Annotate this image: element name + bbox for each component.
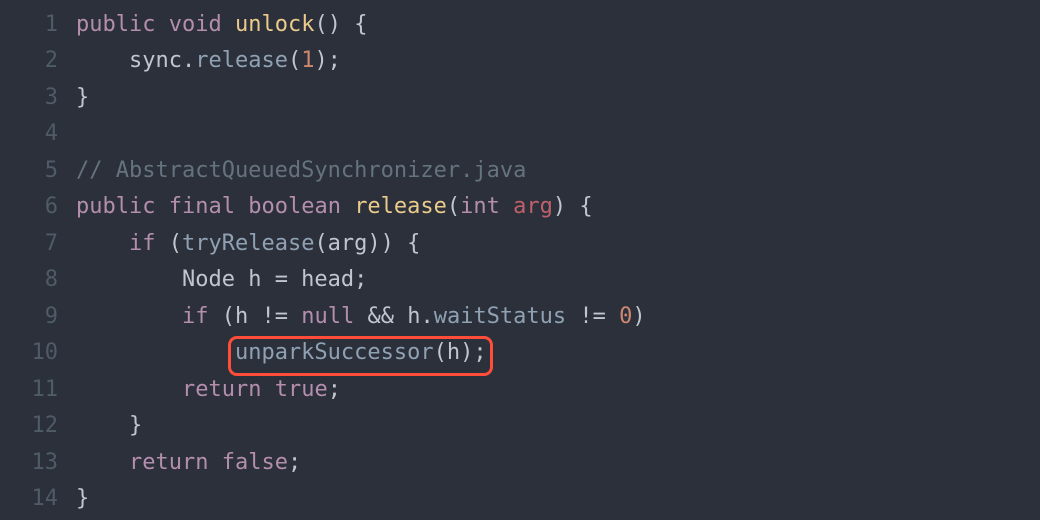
token-op: (h); [434, 340, 487, 365]
line-number: 1 [0, 12, 76, 37]
token-op: (h [222, 304, 262, 329]
token-call: release [195, 48, 288, 73]
code-content: sync.release(1); [76, 48, 341, 73]
line-number: 10 [0, 340, 76, 365]
code-line[interactable]: 1public void unlock() { [0, 6, 1040, 43]
line-number: 12 [0, 413, 76, 438]
token-kw: return [182, 377, 261, 402]
token-fn: release [354, 194, 447, 219]
line-number: 13 [0, 450, 76, 475]
token-op: (arg)) { [314, 231, 420, 256]
code-content: return true; [76, 377, 341, 402]
code-line[interactable]: 3} [0, 79, 1040, 116]
token-op: } [129, 413, 142, 438]
code-content: return false; [76, 450, 301, 475]
line-number: 7 [0, 231, 76, 256]
code-line[interactable]: 9 if (h != null && h.waitStatus != 0) [0, 298, 1040, 335]
token-op: = [275, 267, 288, 292]
token-call: tryRelease [182, 231, 314, 256]
line-number: 4 [0, 121, 76, 146]
token-op: ); [314, 48, 341, 73]
token-op: ) [632, 304, 645, 329]
code-line[interactable]: 14} [0, 481, 1040, 518]
token-op: } [76, 85, 89, 110]
line-number: 9 [0, 304, 76, 329]
code-content: // AbstractQueuedSynchronizer.java [76, 158, 526, 183]
token-op: } [76, 486, 89, 511]
line-number: 8 [0, 267, 76, 292]
code-editor[interactable]: 1public void unlock() {2 sync.release(1)… [0, 0, 1040, 517]
token-op: . [182, 48, 195, 73]
code-line[interactable]: 8 Node h = head; [0, 262, 1040, 299]
code-content: public void unlock() { [76, 12, 367, 37]
token-op: ; [328, 377, 341, 402]
token-kw: boolean [248, 194, 341, 219]
token-kw: null [301, 304, 354, 329]
token-kw: true [275, 377, 328, 402]
token-kw: return [129, 450, 208, 475]
code-content: if (h != null && h.waitStatus != 0) [76, 304, 646, 329]
code-line[interactable]: 12 } [0, 408, 1040, 445]
code-content: public final boolean release(int arg) { [76, 194, 593, 219]
code-line[interactable]: 5// AbstractQueuedSynchronizer.java [0, 152, 1040, 189]
token-op: ( [288, 48, 301, 73]
line-number: 5 [0, 158, 76, 183]
token-op: ( [169, 231, 182, 256]
token-kw: final [169, 194, 235, 219]
token-op: ) { [553, 194, 593, 219]
token-kw: public [76, 194, 155, 219]
token-id: Node h [182, 267, 275, 292]
code-line[interactable]: 4 [0, 116, 1040, 153]
line-number: 2 [0, 48, 76, 73]
token-call: unparkSuccessor [235, 340, 434, 365]
code-content: if (tryRelease(arg)) { [76, 231, 420, 256]
token-id: head; [288, 267, 367, 292]
code-line[interactable]: 11 return true; [0, 371, 1040, 408]
token-op: && [367, 304, 394, 329]
line-number: 14 [0, 486, 76, 511]
line-number: 3 [0, 85, 76, 110]
token-num: 0 [619, 304, 632, 329]
code-line[interactable]: 13 return false; [0, 444, 1040, 481]
code-content: Node h = head; [76, 267, 367, 292]
code-content: } [76, 85, 89, 110]
line-number: 6 [0, 194, 76, 219]
line-number: 11 [0, 377, 76, 402]
token-fn: unlock [235, 12, 314, 37]
token-kw: if [182, 304, 209, 329]
code-content: } [76, 486, 89, 511]
token-kw: if [129, 231, 156, 256]
token-op: () { [314, 12, 367, 37]
code-content: } [76, 413, 142, 438]
token-param: arg [513, 194, 553, 219]
token-op: ( [447, 194, 460, 219]
token-call: waitStatus [434, 304, 566, 329]
token-kw: void [169, 12, 222, 37]
code-line[interactable]: 6public final boolean release(int arg) { [0, 189, 1040, 226]
token-kw: public [76, 12, 155, 37]
code-line[interactable]: 7 if (tryRelease(arg)) { [0, 225, 1040, 262]
code-line[interactable]: 10 unparkSuccessor(h); [0, 335, 1040, 372]
token-kw: false [222, 450, 288, 475]
token-op: . [420, 304, 433, 329]
token-op: != [579, 304, 606, 329]
token-id: sync [129, 48, 182, 73]
token-op: ; [288, 450, 301, 475]
code-content: unparkSuccessor(h); [76, 340, 487, 365]
token-id: h [407, 304, 420, 329]
code-line[interactable]: 2 sync.release(1); [0, 43, 1040, 80]
token-num: 1 [301, 48, 314, 73]
token-kw: int [460, 194, 500, 219]
token-comm: // AbstractQueuedSynchronizer.java [76, 158, 526, 183]
token-op: != [261, 304, 288, 329]
